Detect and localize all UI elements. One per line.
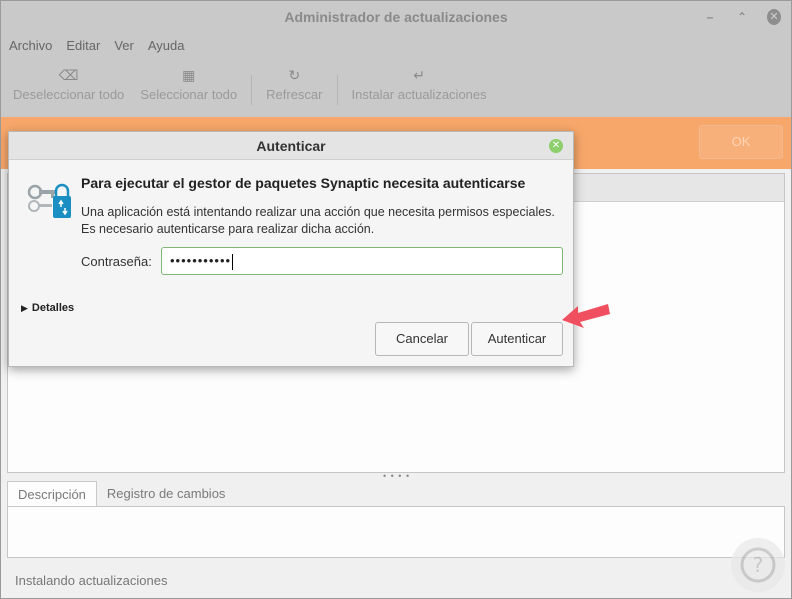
password-label: Contraseña: [81,254,152,269]
window-titlebar: Administrador de actualizaciones – ⌃ ✕ [1,1,791,33]
triangle-right-icon: ▶ [21,302,28,313]
dialog-titlebar: Autenticar ✕ [9,132,573,160]
dialog-message-line2: Es necesario autenticarse para realizar … [81,222,375,236]
refresh-button[interactable]: ↻ Refrescar [258,57,330,102]
details-label: Detalles [31,302,75,314]
install-updates-button[interactable]: ↵ Instalar actualizaciones [344,57,495,102]
authenticate-button[interactable]: Autenticar [471,322,563,356]
ok-button[interactable]: OK [699,125,783,159]
toolbar-separator [251,75,253,105]
select-all-label: Seleccionar todo [140,87,238,102]
close-icon[interactable]: ✕ [767,9,781,25]
toolbar-separator [336,75,338,105]
grid-icon: ▦ [182,67,196,83]
backspace-icon: ⌫ [58,67,79,83]
description-area [7,506,785,558]
menu-archivo[interactable]: Archivo [9,38,52,53]
watermark-icon: ? [740,547,776,583]
svg-text:?: ? [753,553,764,577]
password-field[interactable]: ••••••••••• [161,247,563,275]
dialog-heading: Para ejecutar el gestor de paquetes Syna… [81,175,526,191]
cancel-button[interactable]: Cancelar [375,322,469,356]
dialog-title: Autenticar [256,138,326,154]
dialog-message: Una aplicación está intentando realizar … [81,204,555,238]
deselect-all-label: Deseleccionar todo [13,87,125,102]
refresh-icon: ↻ [288,67,301,83]
watermark-logo: ? [731,538,785,592]
window-controls: – ⌃ ✕ [703,1,781,33]
menu-ver[interactable]: Ver [114,38,134,53]
red-arrow-annotation [562,304,610,328]
dialog-close-icon[interactable]: ✕ [549,139,563,153]
details-expander[interactable]: ▶ Detalles [21,302,74,314]
minimize-icon[interactable]: – [703,1,717,33]
menu-ayuda[interactable]: Ayuda [148,38,185,53]
keys-lock-icon [27,183,71,218]
dialog-message-line1: Una aplicación está intentando realizar … [81,205,555,219]
select-all-button[interactable]: ▦ Seleccionar todo [132,57,245,102]
restore-icon[interactable]: ⌃ [735,1,749,33]
menu-editar[interactable]: Editar [66,38,100,53]
tab-changelog[interactable]: Registro de cambios [97,481,236,507]
refresh-label: Refrescar [266,87,323,102]
tab-description[interactable]: Descripción [7,481,97,507]
menubar: Archivo Editar Ver Ayuda [1,33,791,57]
status-text: Instalando actualizaciones [15,573,168,588]
pane-resize-handle[interactable]: • • • • [383,471,410,481]
return-icon: ↵ [413,67,425,83]
deselect-all-button[interactable]: ⌫ Deseleccionar todo [5,57,132,102]
details-tabs: Descripción Registro de cambios [7,481,235,507]
install-updates-label: Instalar actualizaciones [351,87,487,102]
toolbar: ⌫ Deseleccionar todo ▦ Seleccionar todo … [1,57,791,117]
password-value: ••••••••••• [170,253,232,268]
window-title: Administrador de actualizaciones [284,9,508,25]
text-caret [232,253,234,270]
auth-dialog: Autenticar ✕ Para ejecutar el gestor de … [8,131,574,367]
